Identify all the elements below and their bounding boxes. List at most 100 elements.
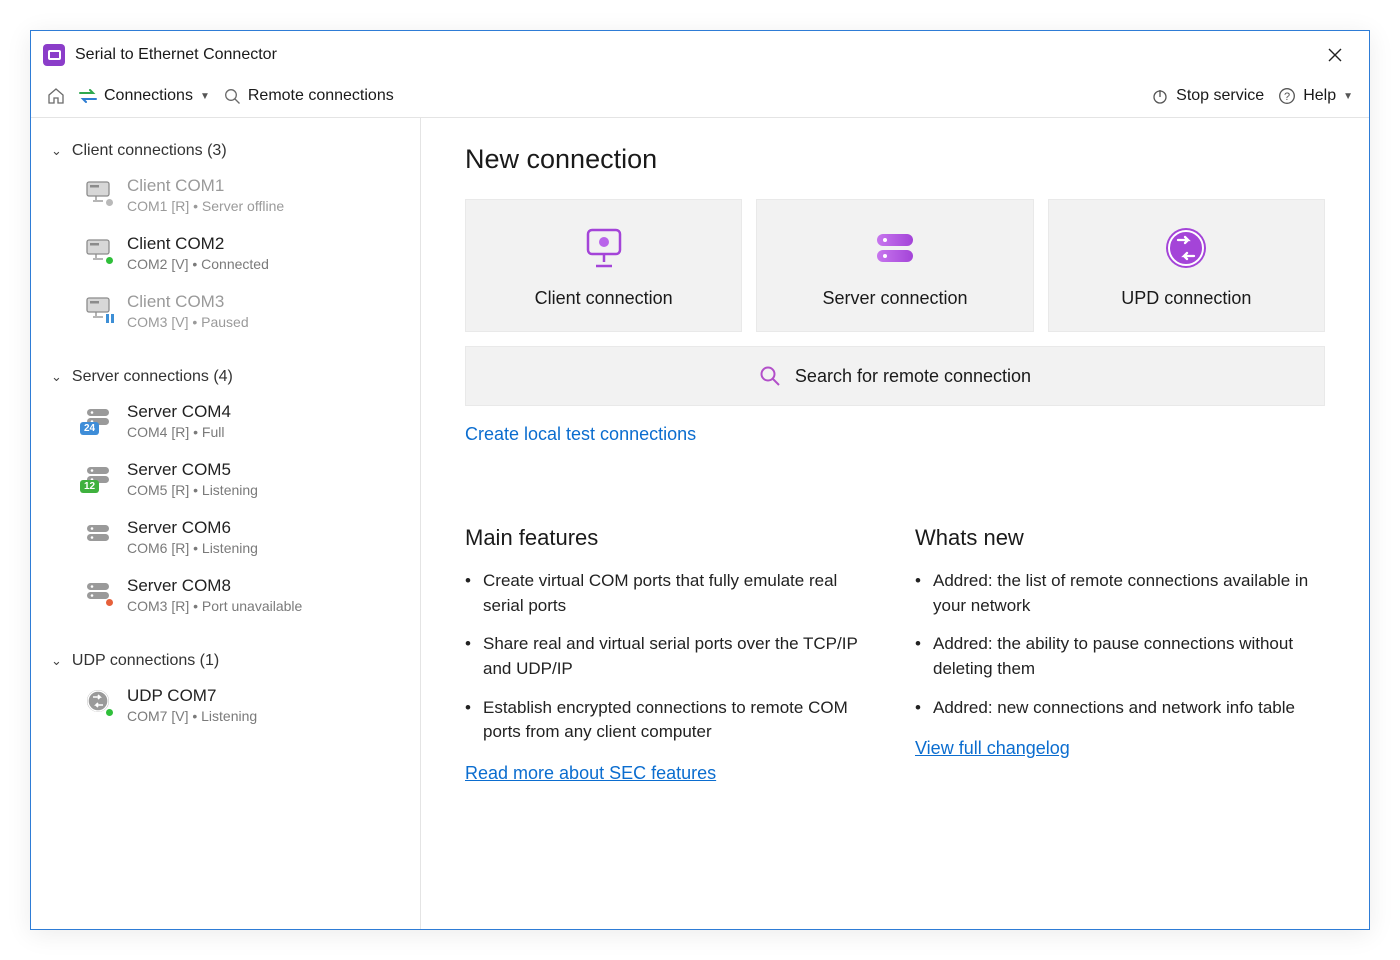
connection-status: COM4 [R] • Full [127, 424, 231, 440]
connection-name: UDP COM7 [127, 686, 257, 706]
connection-item[interactable]: Server COM8 COM3 [R] • Port unavailable [31, 566, 420, 624]
count-badge: 12 [80, 480, 99, 493]
sidebar-group-header[interactable]: ⌄ Server connections (4) [31, 362, 420, 392]
connection-name: Client COM2 [127, 234, 269, 254]
sidebar-group-title: UDP connections (1) [72, 652, 219, 670]
connection-item[interactable]: Client COM3COM3 [V] • Paused [31, 282, 420, 340]
stop-service-button[interactable]: Stop service [1151, 87, 1264, 105]
help-label: Help [1303, 87, 1336, 105]
search-remote-button[interactable]: Search for remote connection [465, 346, 1325, 406]
body: ⌄ Client connections (3) Client COM1 COM1 [… [31, 118, 1369, 929]
connections-label: Connections [104, 87, 193, 105]
sidebar-group-header[interactable]: ⌄ UDP connections (1) [31, 646, 420, 676]
connection-status: COM3 [V] • Paused [127, 314, 249, 330]
whatsnew-column: Whats new Addred: the list of remote con… [915, 525, 1325, 784]
connection-icon [83, 686, 113, 716]
features-list: Create virtual COM ports that fully emul… [465, 569, 875, 745]
connections-button[interactable]: Connections ▼ [79, 87, 210, 105]
udp-connection-icon [1161, 226, 1211, 270]
help-icon: ? [1278, 87, 1296, 105]
connection-status: COM6 [R] • Listening [127, 540, 258, 556]
pause-icon [104, 313, 115, 324]
client-connection-label: Client connection [535, 288, 673, 309]
toolbar: Connections ▼ Remote connections Stop se… [31, 79, 1369, 118]
svg-text:?: ? [1284, 91, 1290, 103]
app-window: Serial to Ethernet Connector Connections… [30, 30, 1370, 930]
new-connection-heading: New connection [465, 144, 1325, 175]
chevron-down-icon: ▼ [1343, 91, 1353, 102]
connection-name: Client COM1 [127, 176, 284, 196]
features-heading: Main features [465, 525, 875, 551]
connection-item[interactable]: Client COM2 COM2 [V] • Connected [31, 224, 420, 282]
search-icon [224, 88, 241, 105]
connection-icon [83, 176, 113, 206]
info-columns: Main features Create virtual COM ports t… [465, 525, 1325, 784]
chevron-down-icon: ⌄ [51, 653, 62, 669]
chevron-down-icon: ⌄ [51, 143, 62, 159]
connection-icon: 12 [83, 460, 113, 490]
client-connection-card[interactable]: Client connection [465, 199, 742, 332]
connection-name: Server COM6 [127, 518, 258, 538]
stop-service-label: Stop service [1176, 87, 1264, 105]
connection-status: COM5 [R] • Listening [127, 482, 258, 498]
chevron-down-icon: ▼ [200, 91, 210, 102]
status-dot-icon [105, 198, 114, 207]
connection-type-cards: Client connection Server connection [465, 199, 1325, 332]
connection-icon [83, 576, 113, 606]
exchange-icon [79, 89, 97, 103]
create-local-test-link[interactable]: Create local test connections [465, 424, 696, 444]
sidebar: ⌄ Client connections (3) Client COM1 COM1 [… [31, 118, 421, 929]
connection-icon [83, 234, 113, 264]
connection-status: COM1 [R] • Server offline [127, 198, 284, 214]
connection-name: Server COM8 [127, 576, 302, 596]
main-panel: New connection Client connection [421, 118, 1369, 929]
whatsnew-list: Addred: the list of remote connections a… [915, 569, 1325, 720]
whatsnew-link[interactable]: View full changelog [915, 738, 1070, 758]
help-button[interactable]: ? Help ▼ [1278, 87, 1353, 105]
home-button[interactable] [47, 87, 65, 105]
count-badge: 24 [80, 422, 99, 435]
list-item: Addred: the ability to pause connections… [915, 632, 1325, 681]
remote-connections-label: Remote connections [248, 87, 394, 105]
sidebar-group-title: Server connections (4) [72, 368, 233, 386]
search-icon [759, 365, 781, 387]
client-connection-icon [579, 226, 629, 270]
sidebar-group-title: Client connections (3) [72, 142, 227, 160]
whatsnew-heading: Whats new [915, 525, 1325, 551]
remote-connections-button[interactable]: Remote connections [224, 87, 394, 105]
power-icon [1151, 87, 1169, 105]
udp-connection-card[interactable]: UPD connection [1048, 199, 1325, 332]
server-connection-icon [870, 226, 920, 270]
chevron-down-icon: ⌄ [51, 369, 62, 385]
connection-icon [83, 518, 113, 548]
list-item: Addred: new connections and network info… [915, 696, 1325, 721]
udp-connection-label: UPD connection [1121, 288, 1251, 309]
connection-status: COM7 [V] • Listening [127, 708, 257, 724]
app-title: Serial to Ethernet Connector [75, 46, 1307, 64]
list-item: Create virtual COM ports that fully emul… [465, 569, 875, 618]
close-icon [1327, 47, 1343, 63]
connection-name: Server COM5 [127, 460, 258, 480]
app-icon [43, 44, 65, 66]
connection-icon [83, 292, 113, 322]
status-dot-icon [105, 708, 114, 717]
connection-item[interactable]: Server COM6 COM6 [R] • Listening [31, 508, 420, 566]
server-connection-card[interactable]: Server connection [756, 199, 1033, 332]
features-column: Main features Create virtual COM ports t… [465, 525, 875, 784]
connection-item[interactable]: UDP COM7 COM7 [V] • Listening [31, 676, 420, 734]
connection-name: Server COM4 [127, 402, 231, 422]
list-item: Establish encrypted connections to remot… [465, 696, 875, 745]
close-button[interactable] [1317, 41, 1353, 69]
connection-status: COM3 [R] • Port unavailable [127, 598, 302, 614]
connection-item[interactable]: 12 Server COM5 COM5 [R] • Listening [31, 450, 420, 508]
sidebar-group-header[interactable]: ⌄ Client connections (3) [31, 136, 420, 166]
list-item: Share real and virtual serial ports over… [465, 632, 875, 681]
status-dot-icon [105, 256, 114, 265]
connection-status: COM2 [V] • Connected [127, 256, 269, 272]
features-link[interactable]: Read more about SEC features [465, 763, 716, 783]
server-connection-label: Server connection [822, 288, 967, 309]
connection-item[interactable]: Client COM1 COM1 [R] • Server offline [31, 166, 420, 224]
status-dot-icon [105, 598, 114, 607]
connection-item[interactable]: 24 Server COM4 COM4 [R] • Full [31, 392, 420, 450]
search-remote-label: Search for remote connection [795, 366, 1031, 387]
